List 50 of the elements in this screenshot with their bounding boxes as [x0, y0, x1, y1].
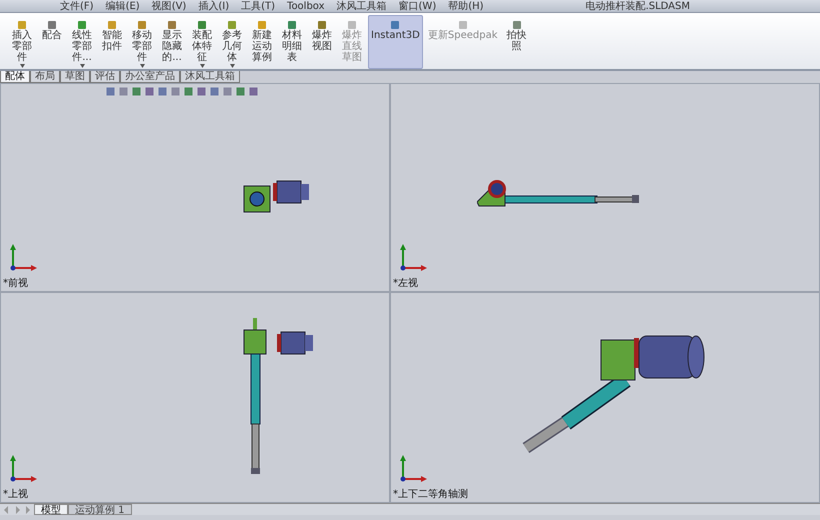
ribbon-button[interactable]: 智能扣件 [98, 17, 126, 55]
ribbon-button[interactable]: 材料明细表 [278, 17, 306, 66]
menu-item[interactable]: 文件(F) [60, 2, 94, 12]
view-label: *上下二等角轴测 [392, 488, 468, 502]
tool-icon [77, 20, 87, 30]
menu-item[interactable]: Toolbox [287, 2, 325, 12]
tab[interactable]: 办公室产品 [120, 71, 180, 83]
tab[interactable]: 运动算例 1 [68, 504, 132, 515]
tab[interactable]: 配体 [0, 71, 30, 83]
tab[interactable]: 模型 [34, 504, 68, 515]
menu-item[interactable]: 帮助(H) [448, 2, 484, 12]
ribbon-button[interactable]: 拍快照 [502, 17, 530, 55]
tab[interactable]: 布局 [30, 71, 60, 83]
menu-item[interactable]: 编辑(E) [106, 2, 140, 12]
tool-icon [167, 20, 177, 30]
ribbon-button[interactable]: 爆炸视图 [308, 17, 336, 55]
ribbon-button[interactable]: 配合 [38, 17, 66, 44]
tool-icon [317, 20, 327, 30]
tool-icon [257, 20, 267, 30]
tool-icon [137, 20, 147, 30]
tool-icon [107, 20, 117, 30]
view-label: *左视 [392, 276, 418, 291]
menu-item[interactable]: 插入(I) [198, 2, 230, 12]
tab[interactable]: 草图 [60, 71, 90, 83]
menu-item[interactable]: 工具(T) [241, 2, 276, 12]
tool-icon [287, 20, 297, 30]
ribbon-button[interactable]: 新建运动算例 [248, 17, 276, 66]
menu-item[interactable]: 视图(V) [152, 2, 186, 12]
ribbon-button[interactable]: Instant3D [368, 15, 423, 69]
document-title: 电动推杆装配.SLDASM [586, 2, 690, 12]
tool-icon [47, 20, 57, 30]
viewport-pane[interactable]: *上视 [0, 292, 390, 503]
tool-icon [390, 20, 400, 30]
tab[interactable]: 沐风工具箱 [180, 71, 240, 83]
menu-item[interactable]: 沐风工具箱 [336, 2, 387, 12]
tab[interactable]: 评估 [90, 71, 120, 83]
viewport-pane[interactable]: *前视 [0, 83, 390, 292]
menu-item[interactable]: 窗口(W) [398, 2, 436, 12]
tool-icon [227, 20, 237, 30]
ribbon-button[interactable]: 显示隐藏的... [158, 17, 186, 66]
viewport-pane[interactable]: *左视 [390, 83, 820, 292]
view-label: *上视 [2, 488, 28, 502]
tool-icon [197, 20, 207, 30]
actuator-model-drawing [244, 180, 309, 212]
tool-icon [17, 20, 27, 30]
tool-icon [458, 20, 468, 30]
tool-icon [347, 20, 357, 30]
tool-icon [512, 20, 522, 30]
viewport-pane[interactable]: *上下二等角轴测 [390, 292, 820, 503]
view-label: *前视 [2, 276, 28, 291]
